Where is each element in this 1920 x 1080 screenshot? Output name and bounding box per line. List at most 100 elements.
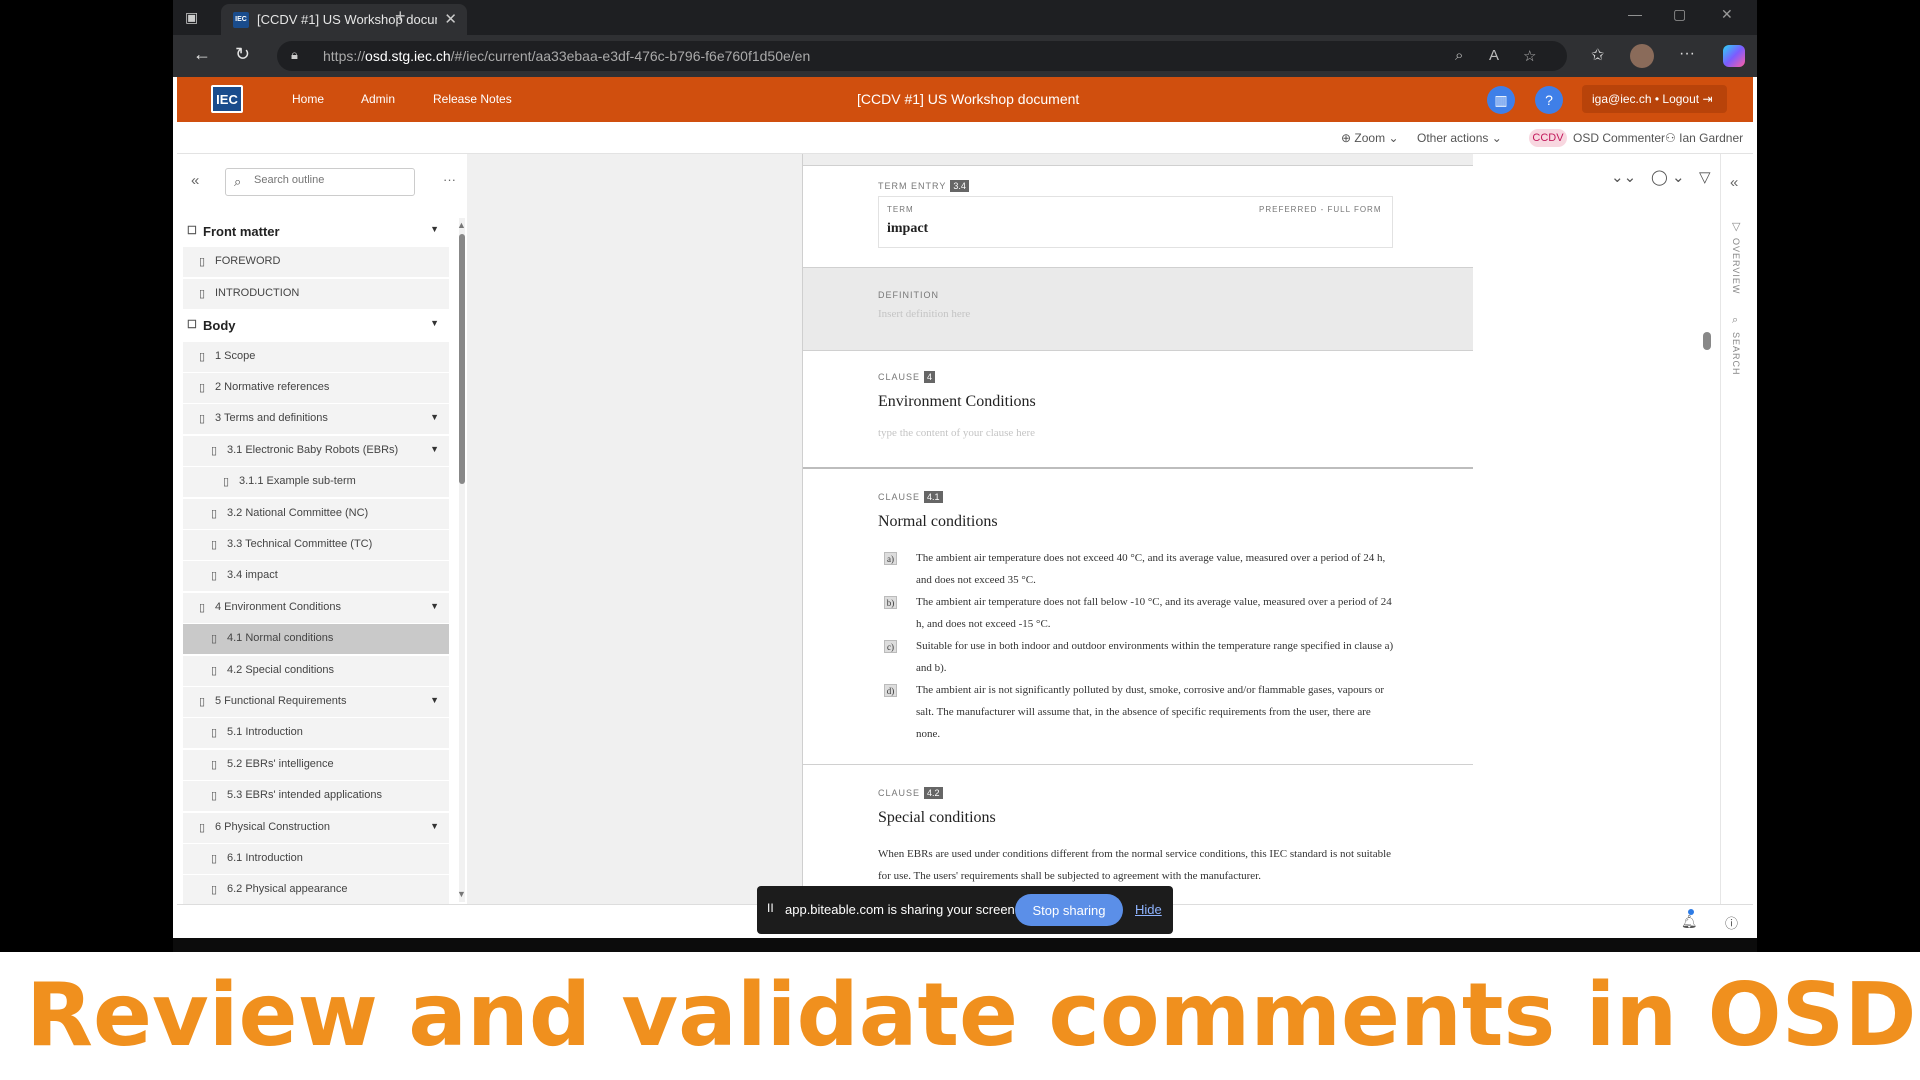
favorite-star-icon[interactable]: ☆ [1523, 47, 1536, 65]
clause-4-title[interactable]: Environment Conditions [878, 393, 1036, 411]
document-icon: ▯ [211, 570, 218, 583]
nav-admin[interactable]: Admin [361, 92, 395, 106]
collapse-sidebar-icon[interactable]: « [191, 172, 199, 189]
outline-search-input[interactable] [254, 174, 404, 186]
nav-home[interactable]: Home [292, 92, 324, 106]
stop-sharing-button[interactable]: Stop sharing [1015, 894, 1123, 926]
address-bar[interactable]: 🔒︎ https://osd.stg.iec.ch/#/iec/current/… [277, 41, 1567, 71]
outline-item[interactable]: ▯ 3.1.1 Example sub-term [183, 467, 449, 498]
chevron-down-icon[interactable]: ▼ [430, 318, 439, 328]
outline-item[interactable]: ▯ 3.4 impact [183, 561, 449, 592]
term-field[interactable]: TERM PREFERRED - FULL FORM impact [878, 196, 1393, 248]
other-actions-dropdown[interactable]: Other actions ⌄ [1417, 131, 1502, 145]
outline-group[interactable]: ☐ Body ▼ [183, 310, 449, 341]
filter-icon[interactable]: ▽ [1699, 168, 1711, 186]
collapse-rail-icon[interactable]: « [1730, 174, 1738, 191]
minimize-icon[interactable]: — [1628, 6, 1642, 22]
clause-4-2-block[interactable]: CLAUSE 4.2 Special conditions When EBRs a… [803, 765, 1473, 904]
share-message: app.biteable.com is sharing your screen. [785, 902, 1019, 917]
close-window-icon[interactable]: ✕ [1721, 6, 1733, 23]
outline-item[interactable]: ▯ 5.1 Introduction [183, 718, 449, 749]
document-canvas: TERM ENTRY 3.4 TERM PREFERRED - FULL FORM… [467, 154, 1474, 904]
clause-4-placeholder[interactable]: type the content of your clause here [878, 427, 1035, 439]
term-type: PREFERRED - FULL FORM [1259, 205, 1382, 214]
definition-block[interactable]: DEFINITION Insert definition here [803, 268, 1473, 351]
clause-4-1-block[interactable]: CLAUSE 4.1 Normal conditions a) The ambien… [803, 469, 1473, 765]
clause-4-2-label: CLAUSE 4.2 [878, 787, 943, 799]
outline-item[interactable]: ▯ 3 Terms and definitions ▼ [183, 404, 449, 435]
outline-item[interactable]: ▯ 6.1 Introduction [183, 844, 449, 874]
scroll-up-icon[interactable]: ▲ [457, 220, 466, 230]
nav-release-notes[interactable]: Release Notes [433, 92, 512, 106]
new-tab-icon[interactable]: + [395, 6, 406, 27]
tab-actions-icon[interactable]: ▣ [185, 9, 198, 26]
term-value[interactable]: impact [887, 221, 928, 237]
term-entry-label: TERM ENTRY 3.4 [878, 180, 969, 192]
outline-item[interactable]: ▯ 1 Scope [183, 341, 449, 372]
comment-filter-dropdown[interactable]: ◯ ⌄ [1651, 168, 1685, 186]
role-label: OSD Commenter [1573, 131, 1666, 145]
zoom-dropdown[interactable]: ⊕ Zoom ⌄ [1341, 131, 1399, 145]
more-menu-icon[interactable]: ··· [1679, 45, 1695, 63]
outline-item-label: 6.2 Physical appearance [227, 883, 348, 896]
clause-4-1-title[interactable]: Normal conditions [878, 513, 998, 531]
outline-group[interactable]: ☐ Front matter ▼ [183, 216, 449, 246]
outline-item[interactable]: ▯ 5.3 EBRs' intended applications [183, 781, 449, 812]
profile-avatar[interactable] [1630, 44, 1654, 68]
chevron-down-icon[interactable]: ▼ [430, 821, 439, 831]
help-icon[interactable]: ? [1535, 86, 1563, 114]
outline-item[interactable]: ▯ 4 Environment Conditions ▼ [183, 592, 449, 623]
reload-icon[interactable]: ↻ [235, 44, 250, 65]
definition-placeholder[interactable]: Insert definition here [878, 308, 970, 320]
zoom-search-icon[interactable]: ⌕ [1455, 47, 1463, 64]
chevron-down-icon[interactable]: ▼ [430, 412, 439, 422]
chevron-down-icon[interactable]: ▼ [430, 224, 439, 234]
clause-4-block[interactable]: CLAUSE 4 Environment Conditions type the … [803, 351, 1473, 469]
info-icon[interactable]: ⓘ [1725, 913, 1738, 932]
outline-item[interactable]: ▯ INTRODUCTION [183, 278, 449, 309]
search-tab[interactable]: SEARCH [1731, 332, 1741, 376]
outline-item[interactable]: ▯ 5.2 EBRs' intelligence [183, 749, 449, 780]
chevron-down-icon[interactable]: ▼ [430, 695, 439, 705]
outline-item[interactable]: ▯ 5 Functional Requirements ▼ [183, 687, 449, 717]
chevron-down-icon[interactable]: ▼ [430, 601, 439, 611]
document-icon: ▯ [211, 539, 218, 551]
outline-item[interactable]: ▯ 4.1 Normal conditions [183, 624, 449, 655]
chevron-down-icon[interactable]: ▼ [430, 444, 439, 454]
outline-scrollbar[interactable] [459, 218, 465, 902]
maximize-icon[interactable]: ▢ [1673, 6, 1686, 23]
comments-scrollbar[interactable] [1703, 332, 1711, 350]
outline-search[interactable]: ⌕ [225, 168, 415, 196]
search-icon[interactable]: ⌕ [1732, 314, 1738, 327]
outline-more-icon[interactable]: ··· [443, 172, 456, 187]
outline-item[interactable]: ▯ 3.3 Technical Committee (TC) [183, 530, 449, 560]
outline-item[interactable]: ▯ 4.2 Special conditions [183, 655, 449, 686]
overview-tab[interactable]: OVERVIEW [1731, 238, 1741, 294]
clause-4-2-title[interactable]: Special conditions [878, 809, 996, 827]
scroll-down-icon[interactable]: ▼ [457, 889, 466, 899]
pause-icon[interactable]: II [767, 901, 774, 915]
outline-item[interactable]: ▯ 6.2 Physical appearance [183, 875, 449, 904]
outline-item[interactable]: ▯ 3.2 National Committee (NC) [183, 498, 449, 529]
book-icon[interactable]: ▥ [1487, 86, 1515, 114]
outline-item-label: 6 Physical Construction [215, 820, 330, 833]
document-page: TERM ENTRY 3.4 TERM PREFERRED - FULL FORM… [802, 154, 1474, 904]
back-icon[interactable]: ← [193, 44, 211, 65]
copilot-icon[interactable] [1723, 45, 1745, 67]
browser-tab[interactable]: IEC [CCDV #1] US Workshop docume ✕ [221, 4, 467, 35]
iec-logo[interactable]: IEC [211, 85, 243, 113]
overview-filter-icon[interactable]: ▽ [1732, 220, 1740, 233]
favorites-icon[interactable]: ✩ [1591, 45, 1604, 65]
outline-item[interactable]: ▯ 6 Physical Construction ▼ [183, 812, 449, 843]
outline-item[interactable]: ▯ 3.1 Electronic Baby Robots (EBRs) ▼ [183, 435, 449, 466]
hide-link[interactable]: Hide [1135, 902, 1162, 917]
notification-bell-icon[interactable]: 🔔︎ [1681, 914, 1698, 930]
user-logout-button[interactable]: iga@iec.ch • Logout ⇥ [1582, 85, 1727, 113]
clause-4-2-text[interactable]: When EBRs are used under conditions diff… [878, 843, 1398, 887]
close-tab-icon[interactable]: ✕ [444, 10, 457, 28]
expand-all-icon[interactable]: ⌄⌄ [1611, 168, 1636, 186]
read-aloud-icon[interactable]: A [1489, 47, 1499, 64]
term-entry-block[interactable]: TERM ENTRY 3.4 TERM PREFERRED - FULL FORM… [803, 166, 1473, 268]
outline-item[interactable]: ▯ FOREWORD [183, 247, 449, 278]
outline-item[interactable]: ▯ 2 Normative references [183, 373, 449, 403]
